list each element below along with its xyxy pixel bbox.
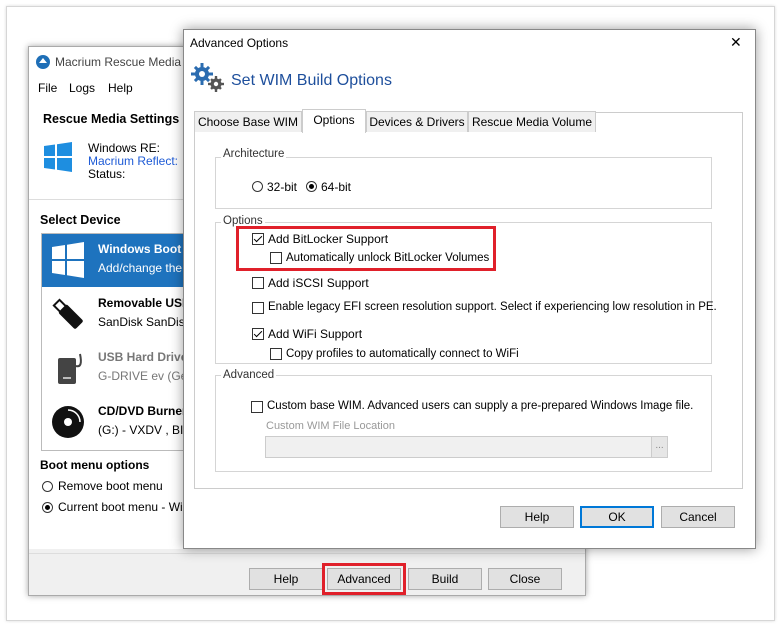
arch-64bit-radio[interactable] (306, 181, 317, 192)
windows-logo-icon (44, 142, 72, 172)
current-boot-radio[interactable] (42, 502, 53, 513)
tab-options[interactable]: Options (302, 109, 366, 133)
copy-profiles-checkbox[interactable] (270, 348, 282, 360)
device-name: CD/DVD Burner (98, 404, 187, 418)
close-button[interactable]: Close (488, 568, 562, 590)
file-location-label: Custom WIM File Location (266, 420, 395, 432)
window-title: Macrium Rescue Media C (55, 55, 194, 69)
menu-file[interactable]: File (38, 81, 57, 95)
device-sub: G-DRIVE ev (Gen (98, 369, 193, 383)
ok-button[interactable]: OK (580, 506, 654, 528)
copy-profiles-label: Copy profiles to automatically connect t… (286, 348, 519, 360)
arch-32bit-radio[interactable] (252, 181, 263, 192)
windows-logo-icon (52, 242, 84, 278)
macrium-app-icon (36, 55, 50, 69)
custom-wim-label: Custom base WIM. Advanced users can supp… (267, 400, 694, 412)
device-list[interactable]: Windows Boot Add/change the Removable US… (41, 233, 193, 451)
device-sub: Add/change the (98, 261, 183, 275)
menu-help[interactable]: Help (108, 81, 133, 95)
rescue-settings-heading: Rescue Media Settings (43, 112, 180, 126)
remove-boot-label: Remove boot menu (58, 479, 163, 493)
gears-icon (191, 63, 224, 92)
device-row-windows-boot[interactable]: Windows Boot Add/change the (42, 234, 192, 287)
browse-button[interactable]: ... (651, 436, 668, 458)
disc-icon (52, 406, 84, 438)
arch-64bit-label: 64-bit (321, 180, 352, 194)
device-name: Removable USB (98, 296, 191, 310)
cancel-button[interactable]: Cancel (661, 506, 735, 528)
device-row-usb-hard-drive[interactable]: USB Hard Drive G-DRIVE ev (Gen (42, 342, 192, 395)
advanced-options-dialog: Advanced Options ✕ Set WIM Build Options… (183, 29, 756, 549)
wifi-checkbox[interactable] (252, 328, 264, 340)
winre-label: Windows RE: (88, 141, 161, 155)
advanced-highlight (322, 563, 406, 595)
boot-menu-heading: Boot menu options (40, 458, 150, 472)
legacy-efi-label: Enable legacy EFI screen resolution supp… (268, 301, 717, 313)
legacy-efi-checkbox[interactable] (252, 302, 264, 314)
help-button[interactable]: Help (249, 568, 323, 590)
dialog-title: Advanced Options (190, 36, 289, 50)
usb-stick-icon (52, 298, 83, 329)
advanced-title: Advanced (221, 369, 277, 381)
iscsi-label: Add iSCSI Support (268, 276, 369, 290)
device-sub: (G:) - VXDV , BI (98, 423, 184, 437)
current-boot-label: Current boot menu - Windo (58, 500, 203, 514)
select-device-heading: Select Device (40, 213, 121, 227)
arch-32bit-label: 32-bit (267, 180, 298, 194)
iscsi-checkbox[interactable] (252, 277, 264, 289)
tab-devices-drivers[interactable]: Devices & Drivers (366, 111, 468, 132)
device-name: Windows Boot (98, 242, 182, 256)
tab-rescue-media-volume[interactable]: Rescue Media Volume (468, 111, 596, 132)
dialog-help-button[interactable]: Help (500, 506, 574, 528)
divider (29, 553, 585, 554)
external-drive-icon (58, 353, 82, 384)
build-button[interactable]: Build (408, 568, 482, 590)
device-name: USB Hard Drive (98, 350, 188, 364)
file-location-input[interactable] (265, 436, 653, 458)
close-icon[interactable]: ✕ (730, 34, 742, 51)
reflect-label: Macrium Reflect: (88, 154, 179, 168)
device-row-cd-dvd[interactable]: CD/DVD Burner (G:) - VXDV , BI (42, 396, 192, 449)
status-label: Status: (88, 167, 126, 181)
device-row-removable-usb[interactable]: Removable USB SanDisk SanDisk (42, 288, 192, 341)
custom-wim-checkbox[interactable] (251, 401, 263, 413)
device-sub: SanDisk SanDisk (98, 315, 191, 329)
menu-logs[interactable]: Logs (69, 81, 95, 95)
dialog-heading: Set WIM Build Options (231, 72, 392, 89)
wifi-label: Add WiFi Support (268, 327, 363, 341)
architecture-title: Architecture (221, 148, 287, 160)
bitlocker-highlight (236, 226, 496, 271)
tab-choose-base-wim[interactable]: Choose Base WIM (194, 111, 302, 132)
remove-boot-radio[interactable] (42, 481, 53, 492)
